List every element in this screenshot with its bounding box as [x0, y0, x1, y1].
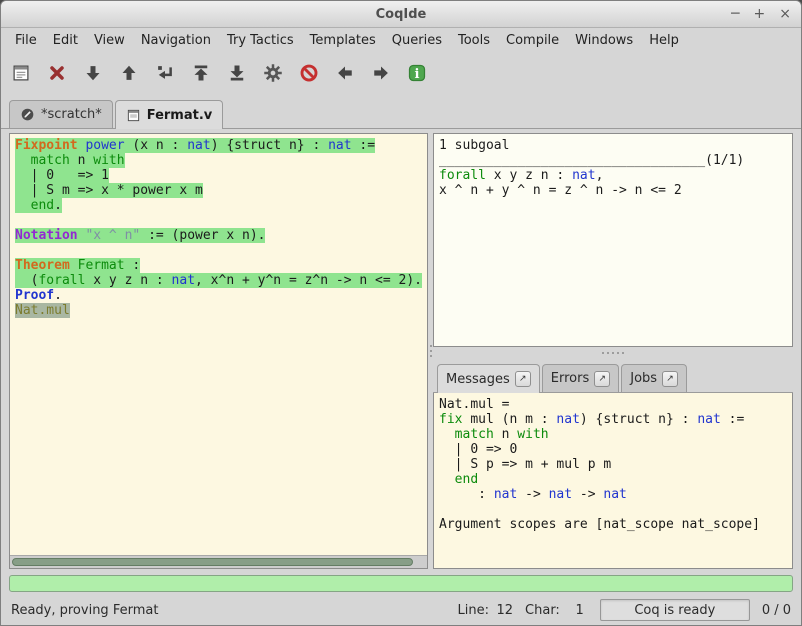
window-title: CoqIde: [376, 7, 427, 22]
message-tab-bar: Messages ↗ Errors ↗ Jobs ↗: [433, 359, 793, 393]
close-button[interactable]: ×: [779, 7, 791, 21]
scratch-icon: [20, 107, 35, 122]
go-to-cursor-button[interactable]: [151, 59, 179, 87]
forward-one-command-button[interactable]: [79, 59, 107, 87]
menu-help[interactable]: Help: [641, 30, 687, 51]
window-controls: ─ + ×: [731, 1, 791, 27]
buffer-tab-bar: *scratch* Fermat.v: [1, 93, 801, 129]
menu-file[interactable]: File: [7, 30, 45, 51]
tab-scratch-label: *scratch*: [41, 107, 102, 122]
menu-compile[interactable]: Compile: [498, 30, 567, 51]
splitter-grip-icon: [612, 352, 614, 354]
char-value: 1: [566, 603, 584, 618]
tab-fermat[interactable]: Fermat.v: [115, 100, 224, 129]
editor-horizontal-scrollbar[interactable]: [10, 555, 427, 568]
backward-one-command-button[interactable]: [115, 59, 143, 87]
scrollbar-handle[interactable]: [12, 558, 413, 566]
tab-messages[interactable]: Messages ↗: [437, 364, 540, 393]
about-button[interactable]: i: [403, 59, 431, 87]
right-column: 1 subgoal_______________________________…: [433, 133, 793, 569]
new-view-button[interactable]: [7, 59, 35, 87]
menu-edit[interactable]: Edit: [45, 30, 86, 51]
info-icon: i: [407, 63, 427, 83]
tab-scratch[interactable]: *scratch*: [9, 100, 113, 128]
tab-messages-label: Messages: [446, 372, 510, 387]
menu-view[interactable]: View: [86, 30, 133, 51]
menu-windows[interactable]: Windows: [567, 30, 641, 51]
document-icon: [126, 108, 141, 123]
detach-jobs-icon[interactable]: ↗: [662, 371, 678, 387]
back-arrow-icon: [335, 63, 355, 83]
detach-errors-icon[interactable]: ↗: [594, 371, 610, 387]
tab-errors-label: Errors: [551, 371, 589, 386]
main-area: Fixpoint power (x n : nat) {struct n} : …: [1, 129, 801, 573]
restart-button[interactable]: [187, 59, 215, 87]
titlebar[interactable]: CoqIde ─ + ×: [1, 1, 801, 28]
menu-templates[interactable]: Templates: [302, 30, 384, 51]
menu-tools[interactable]: Tools: [450, 30, 498, 51]
interrupt-button[interactable]: [295, 59, 323, 87]
stop-icon: [299, 63, 319, 83]
toolbar: i: [1, 53, 801, 93]
go-bottom-icon: [227, 63, 247, 83]
progress-bar: [9, 575, 793, 592]
gear-icon: [263, 63, 283, 83]
messages-view[interactable]: Nat.mul =fix mul (n m : nat) {struct n} …: [434, 393, 792, 568]
forward-arrow-icon: [371, 63, 391, 83]
detach-messages-icon[interactable]: ↗: [515, 371, 531, 387]
coq-state: Coq is ready: [600, 599, 750, 621]
messages-pane: Nat.mul =fix mul (n m : nat) {struct n} …: [433, 393, 793, 569]
tab-errors[interactable]: Errors ↗: [542, 364, 619, 392]
goals-pane: 1 subgoal_______________________________…: [433, 133, 793, 347]
back-button[interactable]: [331, 59, 359, 87]
status-message: Ready, proving Fermat: [11, 603, 158, 618]
char-label: Char:: [525, 603, 560, 618]
preferences-button[interactable]: [259, 59, 287, 87]
minimize-button[interactable]: ─: [731, 7, 739, 21]
horizontal-splitter[interactable]: [433, 347, 793, 359]
up-arrow-icon: [119, 63, 139, 83]
tab-fermat-label: Fermat.v: [147, 108, 213, 123]
splitter-grip-icon: [430, 350, 432, 352]
run-to-end-button[interactable]: [223, 59, 251, 87]
script-editor-pane: Fixpoint power (x n : nat) {struct n} : …: [9, 133, 428, 569]
down-arrow-icon: [83, 63, 103, 83]
new-view-icon: [11, 63, 31, 83]
coqide-window: CoqIde ─ + × File Edit View Navigation T…: [0, 0, 802, 626]
tab-jobs-label: Jobs: [630, 371, 657, 386]
line-value: 12: [495, 603, 513, 618]
maximize-button[interactable]: +: [754, 7, 766, 21]
forward-button[interactable]: [367, 59, 395, 87]
menubar: File Edit View Navigation Try Tactics Te…: [1, 28, 801, 53]
progress-counter: 0 / 0: [762, 603, 791, 618]
goals-view[interactable]: 1 subgoal_______________________________…: [434, 134, 792, 346]
status-bar: Ready, proving Fermat Line: 12 Char: 1 C…: [1, 595, 801, 625]
menu-try-tactics[interactable]: Try Tactics: [219, 30, 302, 51]
close-buffer-button[interactable]: [43, 59, 71, 87]
svg-text:i: i: [415, 67, 420, 82]
close-buffer-icon: [47, 63, 67, 83]
line-label: Line:: [458, 603, 489, 618]
script-editor[interactable]: Fixpoint power (x n : nat) {struct n} : …: [10, 134, 427, 555]
menu-navigation[interactable]: Navigation: [133, 30, 219, 51]
tab-jobs[interactable]: Jobs ↗: [621, 364, 687, 392]
go-to-cursor-icon: [155, 63, 175, 83]
menu-queries[interactable]: Queries: [384, 30, 450, 51]
go-top-icon: [191, 63, 211, 83]
